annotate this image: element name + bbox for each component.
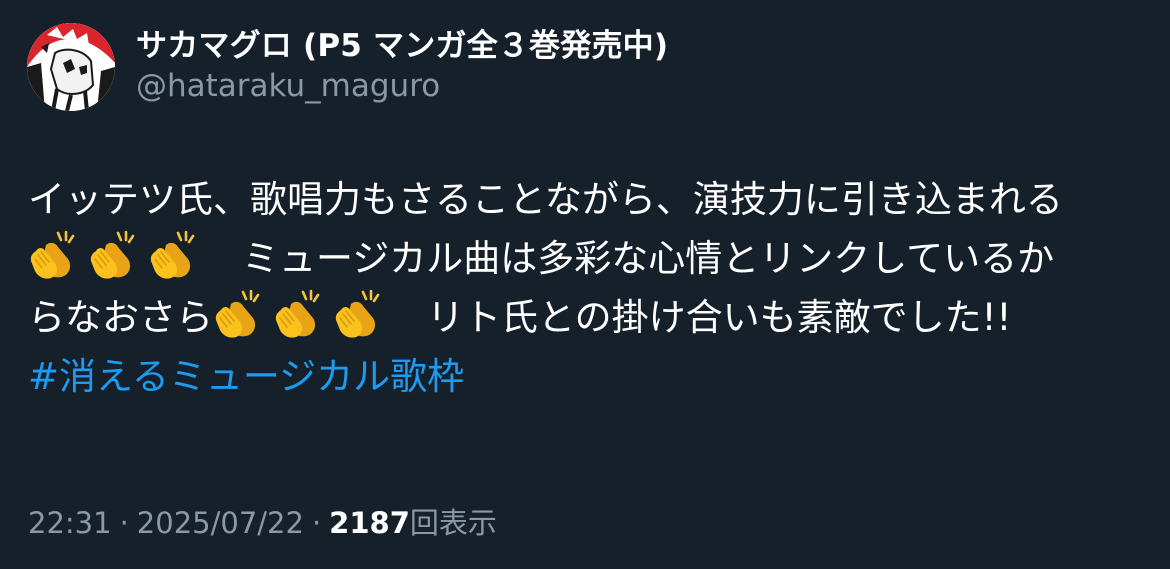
clapping-hands-icon (88, 229, 140, 281)
clap-emoji-group (213, 288, 393, 347)
separator: · (311, 506, 322, 540)
tweet-meta: 22:31 · 2025/07/22 · 2187回表示 (28, 500, 497, 542)
author-handle[interactable]: @hataraku_maguro (136, 68, 440, 104)
tweet-detail: サカマグロ (P5 マンガ全３巻発売中) @hataraku_maguro イッ… (0, 0, 1170, 569)
tweet-time[interactable]: 22:31 (28, 506, 112, 540)
clapping-hands-icon (273, 288, 325, 340)
separator: · (119, 506, 129, 540)
tweet-body: イッテツ氏、歌唱力もさることながら、演技力に引き込まれる ミュージカル曲は多彩な… (28, 170, 1138, 406)
tweet-line-3-start: らなおさら (28, 296, 213, 339)
views-count[interactable]: 2187 (329, 506, 410, 540)
author-display-name[interactable]: サカマグロ (P5 マンガ全３巻発売中) (136, 20, 668, 65)
tweet-line-2: ミュージカル曲は多彩な心情とリンクしているか (28, 229, 1138, 288)
tweet-line-3-end: リト氏との掛け合いも素敵でした!! (427, 296, 1012, 339)
hashtag-link[interactable]: #消えるミュージカル歌枠 (28, 347, 1138, 406)
avatar[interactable] (27, 23, 115, 111)
clapping-hands-icon (148, 229, 200, 281)
clapping-hands-icon (333, 288, 385, 340)
tweet-line-2-text: ミュージカル曲は多彩な心情とリンクしているか (242, 237, 1055, 280)
clapping-hands-icon (28, 229, 80, 281)
tweet-line-1: イッテツ氏、歌唱力もさることながら、演技力に引き込まれる (28, 178, 1063, 221)
tweet-date[interactable]: 2025/07/22 (137, 506, 304, 540)
views-label: 回表示 (409, 506, 497, 540)
tweet-line-3: らなおさら リト氏との掛け合いも素敵でした!! (28, 288, 1138, 347)
clapping-hands-icon (213, 288, 265, 340)
avatar-illustration-icon (27, 23, 115, 111)
clap-emoji-group (28, 229, 208, 288)
